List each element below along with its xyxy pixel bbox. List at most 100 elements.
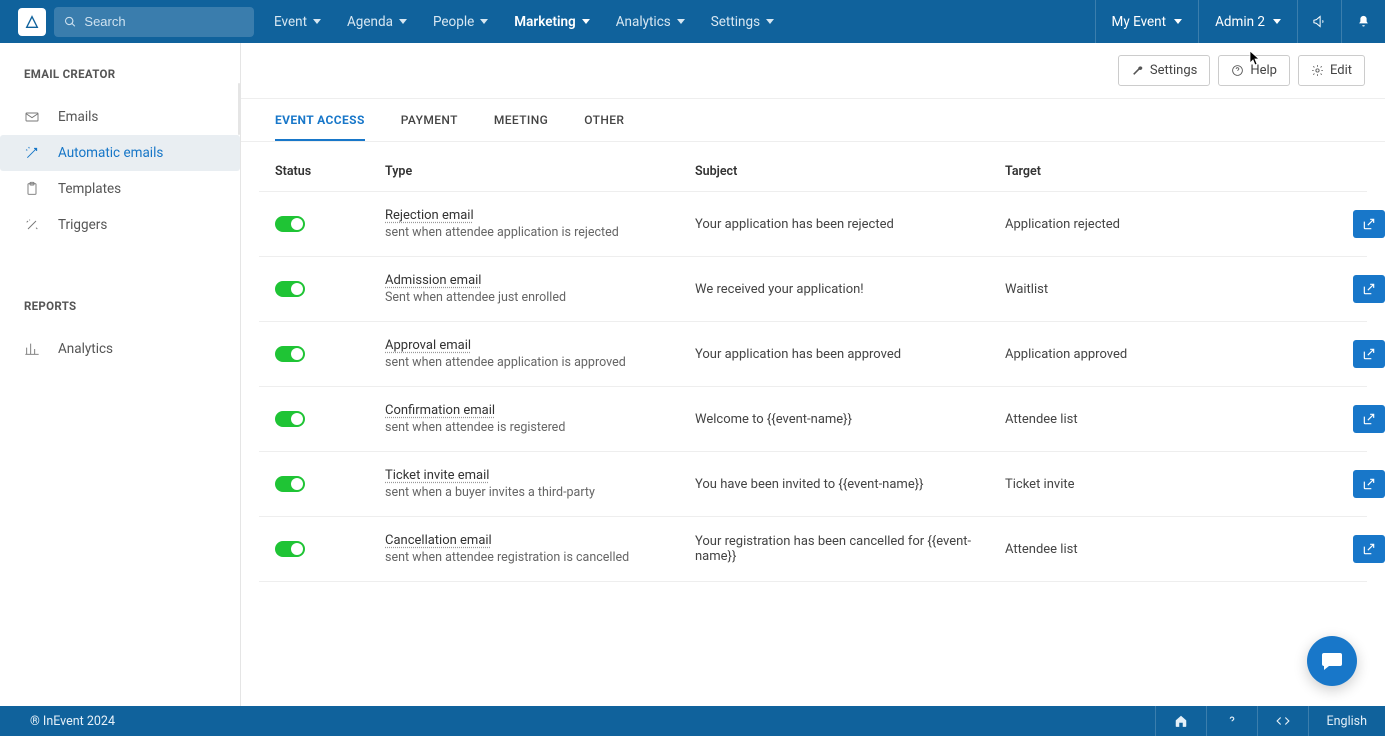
footer-home-button[interactable] <box>1155 706 1206 736</box>
status-toggle[interactable] <box>275 281 305 297</box>
external-edit-icon <box>1362 412 1376 426</box>
row-edit-button[interactable] <box>1353 210 1385 238</box>
footer-language-switcher[interactable]: English <box>1308 706 1385 736</box>
external-edit-icon <box>1362 347 1376 361</box>
email-type-link[interactable]: Ticket invite email <box>385 468 695 483</box>
email-subject: Your registration has been cancelled for… <box>695 534 1005 564</box>
notifications-button[interactable] <box>1341 0 1385 43</box>
search-input[interactable] <box>84 14 244 29</box>
sidebar-item-label: Analytics <box>58 341 113 357</box>
nav-item-agenda[interactable]: Agenda <box>347 14 407 30</box>
table-row: Admission email Sent when attendee just … <box>259 257 1367 322</box>
emails-table: Status Type Subject Target Rejection ema… <box>241 142 1385 582</box>
email-subject: You have been invited to {{event-name}} <box>695 477 1005 492</box>
settings-button[interactable]: Settings <box>1118 55 1210 86</box>
email-target: Waitlist <box>1005 282 1305 297</box>
content-toolbar: Settings Help Edit <box>241 43 1385 99</box>
footer-code-button[interactable] <box>1257 706 1308 736</box>
user-switcher[interactable]: Admin 2 <box>1198 0 1297 43</box>
code-icon <box>1276 714 1290 728</box>
announcements-button[interactable] <box>1297 0 1341 43</box>
sidebar-item-label: Automatic emails <box>58 145 163 161</box>
row-edit-button[interactable] <box>1353 405 1385 433</box>
email-type-desc: sent when attendee application is reject… <box>385 225 695 240</box>
edit-button[interactable]: Edit <box>1298 55 1365 86</box>
sidebar-item-triggers[interactable]: Triggers <box>0 207 240 243</box>
topbar-right: My Event Admin 2 <box>1095 0 1385 43</box>
table-row: Confirmation email sent when attendee is… <box>259 387 1367 452</box>
table-row: Cancellation email sent when attendee re… <box>259 517 1367 582</box>
email-type-link[interactable]: Approval email <box>385 338 695 353</box>
help-button[interactable]: Help <box>1218 55 1290 86</box>
sidebar-item-label: Emails <box>58 109 98 125</box>
event-switcher[interactable]: My Event <box>1095 0 1199 43</box>
row-edit-button[interactable] <box>1353 470 1385 498</box>
nav-item-marketing[interactable]: Marketing <box>514 14 589 30</box>
nav-item-people[interactable]: People <box>433 14 488 30</box>
status-toggle[interactable] <box>275 541 305 557</box>
sidebar: EMAIL CREATOR Emails Automatic emails Te… <box>0 43 241 706</box>
email-subject: Your application has been rejected <box>695 217 1005 232</box>
clipboard-icon <box>24 181 42 197</box>
email-type-link[interactable]: Rejection email <box>385 208 695 223</box>
user-switcher-label: Admin 2 <box>1215 14 1265 30</box>
footer-help-button[interactable] <box>1206 706 1257 736</box>
email-subject: We received your application! <box>695 282 1005 297</box>
nav-item-settings[interactable]: Settings <box>711 14 774 30</box>
tab-meeting[interactable]: MEETING <box>494 99 548 141</box>
chevron-down-icon <box>1174 19 1182 24</box>
row-edit-button[interactable] <box>1353 535 1385 563</box>
footer-copyright: ® InEvent 2024 <box>30 714 115 729</box>
status-toggle[interactable] <box>275 411 305 427</box>
nav-label: Agenda <box>347 14 393 30</box>
chevron-down-icon <box>313 19 321 24</box>
table-row: Approval email sent when attendee applic… <box>259 322 1367 387</box>
chat-icon <box>1320 649 1344 673</box>
tab-payment[interactable]: PAYMENT <box>401 99 458 141</box>
app-logo[interactable] <box>18 8 46 36</box>
status-toggle[interactable] <box>275 476 305 492</box>
chat-launcher[interactable] <box>1307 636 1357 686</box>
sidebar-section-title: REPORTS <box>0 299 240 331</box>
row-edit-button[interactable] <box>1353 340 1385 368</box>
email-type-link[interactable]: Cancellation email <box>385 533 695 548</box>
external-edit-icon <box>1362 282 1376 296</box>
envelope-icon <box>24 109 42 125</box>
row-edit-button[interactable] <box>1353 275 1385 303</box>
email-type-desc: Sent when attendee just enrolled <box>385 290 695 305</box>
nav-item-analytics[interactable]: Analytics <box>616 14 685 30</box>
tab-other[interactable]: OTHER <box>584 99 624 141</box>
email-target: Attendee list <box>1005 542 1305 557</box>
chevron-down-icon <box>677 19 685 24</box>
table-header: Status Type Subject Target <box>259 142 1367 192</box>
scrollbar[interactable] <box>238 83 240 135</box>
nav-label: Event <box>274 14 307 30</box>
email-type-desc: sent when attendee registration is cance… <box>385 550 695 565</box>
nav-item-event[interactable]: Event <box>274 14 321 30</box>
gear-icon <box>1311 64 1324 77</box>
content-tabs: EVENT ACCESS PAYMENT MEETING OTHER <box>241 99 1385 142</box>
tab-event-access[interactable]: EVENT ACCESS <box>275 99 365 141</box>
chevron-down-icon <box>1273 19 1281 24</box>
email-type-link[interactable]: Confirmation email <box>385 403 695 418</box>
table-row: Ticket invite email sent when a buyer in… <box>259 452 1367 517</box>
sidebar-item-emails[interactable]: Emails <box>0 99 240 135</box>
wand-sparkle-icon <box>24 217 42 233</box>
email-type-link[interactable]: Admission email <box>385 273 695 288</box>
email-subject: Your application has been approved <box>695 347 1005 362</box>
email-subject: Welcome to {{event-name}} <box>695 412 1005 427</box>
status-toggle[interactable] <box>275 346 305 362</box>
sidebar-item-analytics[interactable]: Analytics <box>0 331 240 367</box>
status-toggle[interactable] <box>275 216 305 232</box>
external-edit-icon <box>1362 477 1376 491</box>
search-input-wrapper[interactable] <box>54 7 254 37</box>
email-target: Application approved <box>1005 347 1305 362</box>
external-edit-icon <box>1362 542 1376 556</box>
sidebar-item-automatic-emails[interactable]: Automatic emails <box>0 135 240 171</box>
sidebar-item-label: Triggers <box>58 217 107 233</box>
sidebar-item-templates[interactable]: Templates <box>0 171 240 207</box>
email-target: Application rejected <box>1005 217 1305 232</box>
primary-nav: Event Agenda People Marketing Analytics … <box>274 14 774 30</box>
footer: ® InEvent 2024 English <box>0 706 1385 736</box>
nav-label: Marketing <box>514 14 575 30</box>
